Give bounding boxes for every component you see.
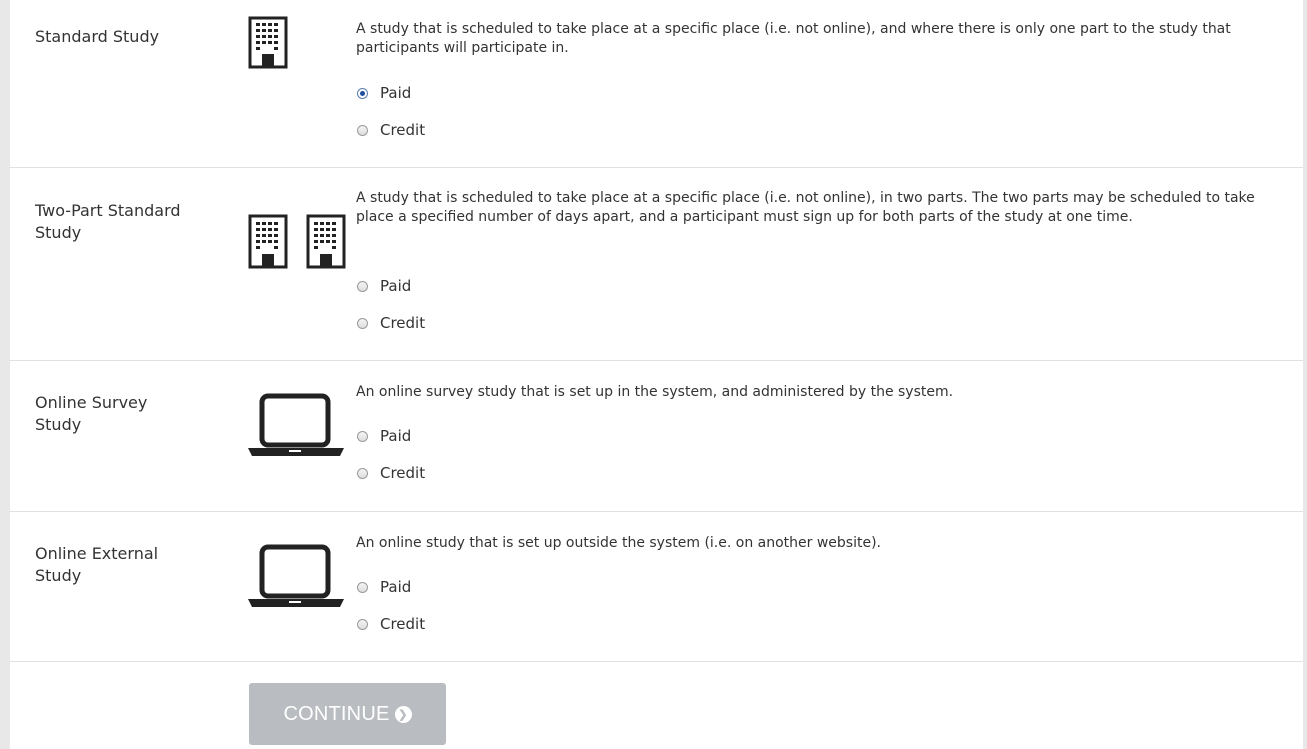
paid-radio-button[interactable] [357, 87, 368, 99]
study-name: Two-Part Standard Study [35, 201, 181, 242]
radio-label: Credit [380, 464, 426, 482]
radio-label: Paid [380, 578, 412, 596]
left-gutter [0, 0, 10, 749]
paid-radio-button[interactable] [357, 280, 368, 292]
paid-radio-option[interactable]: Paid [357, 82, 411, 104]
study-row-online-survey: Online Survey Study An online survey stu… [10, 360, 1303, 512]
paid-radio-button[interactable] [357, 581, 368, 593]
credit-radio-button[interactable] [357, 317, 368, 329]
credit-radio-option[interactable]: Credit [357, 613, 425, 635]
credit-radio-button[interactable] [357, 467, 368, 479]
chevron-right-circle-icon: ❯ [394, 705, 412, 723]
radio-label: Paid [380, 277, 412, 295]
study-row-standard: Standard Study A study that is scheduled… [10, 0, 1303, 168]
study-description: An online study that is set up outside t… [356, 535, 882, 551]
study-row-online-external: Online External Study An online study th… [10, 511, 1303, 662]
study-name: Online Survey Study [35, 393, 148, 434]
radio-label: Credit [380, 314, 426, 332]
credit-radio-option[interactable]: Credit [357, 119, 425, 141]
paid-radio-option[interactable]: Paid [357, 576, 411, 598]
two-buildings-icon [248, 214, 356, 274]
right-gutter [1303, 0, 1307, 749]
continue-button[interactable]: CONTINUE ❯ [249, 683, 446, 745]
study-description: A study that is scheduled to take place … [356, 21, 1231, 56]
credit-radio-option[interactable]: Credit [357, 312, 425, 334]
study-name: Standard Study [35, 27, 160, 46]
credit-radio-button[interactable] [357, 124, 368, 136]
paid-radio-option[interactable]: Paid [357, 425, 411, 447]
study-name: Online External Study [35, 544, 159, 585]
radio-label: Paid [380, 84, 412, 102]
study-description: A study that is scheduled to take place … [356, 190, 1255, 225]
building-icon [248, 16, 288, 73]
radio-label: Credit [380, 121, 426, 139]
credit-radio-option[interactable]: Credit [357, 462, 425, 484]
study-row-two-part: Two-Part Standard Study A study that is … [10, 167, 1303, 361]
radio-label: Credit [380, 615, 426, 633]
paid-radio-button[interactable] [357, 430, 368, 442]
radio-label: Paid [380, 427, 412, 445]
continue-label: CONTINUE [283, 702, 390, 725]
credit-radio-button[interactable] [357, 618, 368, 630]
laptop-icon [247, 393, 345, 461]
laptop-icon [247, 544, 345, 612]
study-description: An online survey study that is set up in… [356, 384, 954, 400]
paid-radio-option[interactable]: Paid [357, 275, 411, 297]
